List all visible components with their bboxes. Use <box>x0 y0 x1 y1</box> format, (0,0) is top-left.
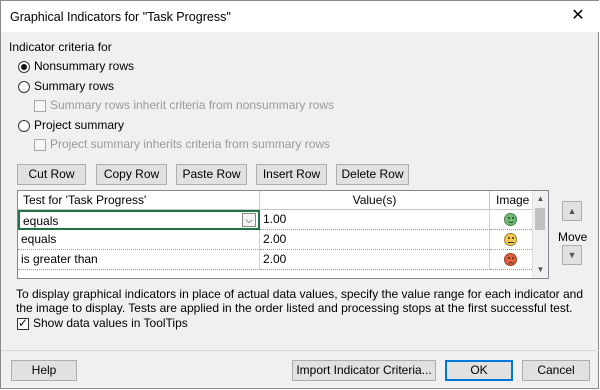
table-scrollbar[interactable]: ▲ ▼ <box>532 191 548 278</box>
row3-value[interactable]: 2.00 <box>260 250 490 270</box>
red-sad-face-icon <box>504 253 517 266</box>
project-inherit-label: Project summary inherits criteria from s… <box>50 137 331 151</box>
insert-row-button[interactable]: Insert Row <box>256 164 327 185</box>
summary-inherit-checkbox[interactable] <box>34 100 46 112</box>
yellow-neutral-face-icon <box>504 233 517 246</box>
row1-test-value: equals <box>23 214 59 228</box>
summary-rows-radio[interactable] <box>18 81 30 93</box>
move-label: Move <box>558 230 588 244</box>
graphical-indicators-dialog: Graphical Indicators for "Task Progress"… <box>0 0 599 389</box>
header-values: Value(s) <box>260 191 490 210</box>
help-button[interactable]: Help <box>11 360 77 381</box>
row2-image-cell[interactable] <box>490 230 534 250</box>
header-test: Test for 'Task Progress' <box>18 191 260 210</box>
row1-test-combo[interactable]: equals ⌵ <box>18 210 260 230</box>
cut-row-button[interactable]: Cut Row <box>17 164 86 185</box>
row1-value[interactable]: 1.00 <box>260 210 490 230</box>
summary-rows-label[interactable]: Summary rows <box>34 79 114 93</box>
chevron-down-icon[interactable]: ⌵ <box>242 213 256 227</box>
move-up-button[interactable]: ▲ <box>562 201 582 221</box>
window-title: Graphical Indicators for "Task Progress" <box>10 10 231 24</box>
title-bar: Graphical Indicators for "Task Progress"… <box>1 1 599 32</box>
row3-image-cell[interactable] <box>490 250 534 270</box>
scroll-up-icon[interactable]: ▲ <box>533 192 548 206</box>
row2-value[interactable]: 2.00 <box>260 230 490 250</box>
paste-row-button[interactable]: Paste Row <box>176 164 247 185</box>
show-tooltips-label[interactable]: Show data values in ToolTips <box>33 316 188 330</box>
indicator-criteria-table: Test for 'Task Progress' Value(s) Image … <box>17 190 549 279</box>
nonsummary-rows-radio[interactable] <box>18 61 30 73</box>
nonsummary-rows-label[interactable]: Nonsummary rows <box>34 59 134 73</box>
move-down-button[interactable]: ▼ <box>562 245 582 265</box>
project-summary-radio[interactable] <box>18 120 30 132</box>
close-icon[interactable]: ✕ <box>567 5 589 27</box>
ok-button[interactable]: OK <box>445 360 513 381</box>
description-text: To display graphical indicators in place… <box>16 287 584 315</box>
triangle-down-icon: ▼ <box>567 250 577 260</box>
footer-divider <box>1 350 599 351</box>
show-tooltips-checkbox[interactable] <box>17 316 29 330</box>
scroll-down-icon[interactable]: ▼ <box>533 263 548 277</box>
delete-row-button[interactable]: Delete Row <box>336 164 409 185</box>
row1-image-cell[interactable] <box>490 210 534 230</box>
triangle-up-icon: ▲ <box>567 206 577 216</box>
cancel-button[interactable]: Cancel <box>522 360 590 381</box>
row2-test[interactable]: equals <box>18 230 260 250</box>
indicator-criteria-label: Indicator criteria for <box>9 40 112 54</box>
scroll-thumb[interactable] <box>535 208 545 230</box>
project-summary-label[interactable]: Project summary <box>34 118 124 132</box>
project-inherit-checkbox[interactable] <box>34 139 46 151</box>
summary-inherit-label: Summary rows inherit criteria from nonsu… <box>50 98 335 112</box>
import-indicator-criteria-button[interactable]: Import Indicator Criteria... <box>292 360 436 381</box>
copy-row-button[interactable]: Copy Row <box>96 164 167 185</box>
green-smiley-icon <box>504 213 517 226</box>
row3-test[interactable]: is greater than <box>18 250 260 270</box>
header-image: Image <box>490 191 534 210</box>
